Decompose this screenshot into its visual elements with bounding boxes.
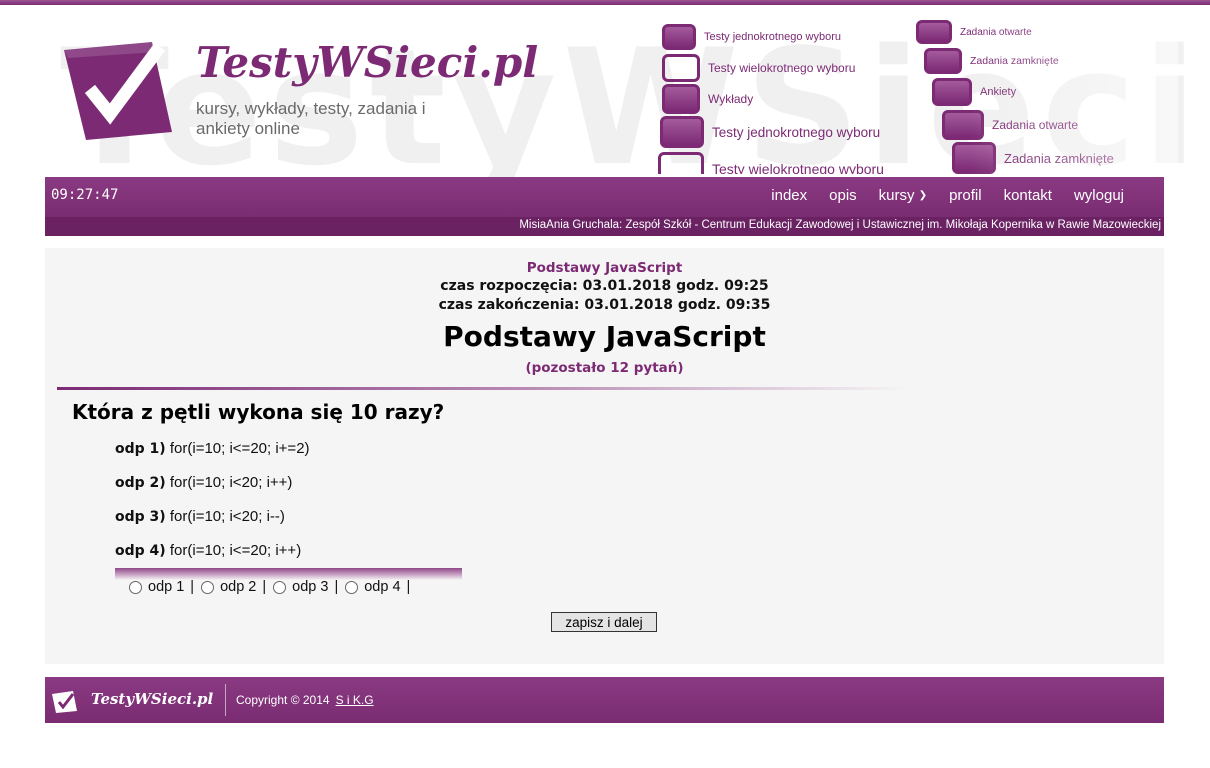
answer-label: odp 3) (115, 509, 166, 525)
answer-text: for(i=10; i<=20; i+=2) (165, 440, 310, 457)
answer-option: odp 2) for(i=10; i<20; i++) (115, 474, 292, 491)
answer-option: odp 1) for(i=10; i<=20; i+=2) (115, 440, 310, 457)
answer-label: odp 4) (115, 543, 166, 559)
answer-text: for(i=10; i<20; i--) (169, 508, 285, 525)
radio-separator: | (406, 579, 411, 595)
logo-icon[interactable] (60, 36, 178, 144)
radio-odp-1[interactable] (129, 580, 142, 594)
banner-item: Zadania otwarte (942, 110, 1078, 140)
main-menu: index opis kursy ❯ profil kontakt wylogu… (771, 187, 1124, 204)
session-clock: 09:27:47 (51, 187, 119, 203)
check-box-icon (662, 24, 696, 50)
user-info-bar: MisiaAnia Gruchala: Zespół Szkół - Centr… (45, 217, 1164, 236)
footer-copyright: Copyright © 2014 S i K.G (236, 693, 374, 707)
check-box-icon (952, 142, 996, 174)
answer-radio-group: odp 1 | odp 2 | odp 3 | odp 4 | (115, 568, 462, 598)
header-banner-collage: Testy jednokrotnego wyboru Testy wielokr… (658, 18, 1178, 174)
banner-item: Testy jednokrotnego wyboru (660, 116, 880, 148)
test-start-time: czas rozpoczęcia: 03.01.2018 godz. 09:25 (440, 278, 769, 294)
check-box-icon (660, 116, 704, 148)
check-box-icon (662, 84, 700, 114)
check-box-icon (942, 110, 984, 140)
footer-divider (225, 684, 226, 716)
check-box-icon (662, 54, 700, 82)
save-and-next-button[interactable]: zapisz i dalej (551, 612, 657, 632)
radio-label[interactable]: odp 1 (148, 579, 184, 595)
radio-odp-2[interactable] (201, 580, 215, 594)
answer-option: odp 4) for(i=10; i<=20; i++) (115, 542, 301, 559)
radio-odp-4[interactable] (345, 580, 359, 594)
banner-item: Zadania zamknięte (952, 142, 1114, 174)
top-accent-line (0, 0, 1210, 5)
radio-separator: | (190, 579, 195, 595)
banner-item: Testy wielokrotnego wyboru (662, 54, 855, 82)
nav-kursy-label: kursy (878, 187, 915, 204)
divider (57, 387, 907, 390)
radio-label[interactable]: odp 4 (364, 579, 400, 595)
test-panel: Podstawy JavaScript czas rozpoczęcia: 03… (45, 248, 1164, 664)
check-box-icon (916, 20, 952, 44)
footer-logo-icon[interactable] (51, 690, 79, 714)
check-box-icon (932, 78, 972, 106)
radio-separator: | (334, 579, 339, 595)
radio-separator: | (262, 579, 267, 595)
check-box-icon (924, 48, 962, 74)
nav-kontakt-link[interactable]: kontakt (1004, 187, 1052, 204)
test-end-time: czas zakończenia: 03.01.2018 godz. 09:35 (438, 297, 771, 313)
nav-profil-link[interactable]: profil (949, 187, 982, 204)
chevron-down-icon: ❯ (918, 190, 928, 201)
nav-wyloguj-link[interactable]: wyloguj (1074, 187, 1124, 204)
copyright-text: Copyright © 2014 (236, 693, 330, 707)
answer-label: odp 1) (115, 441, 166, 457)
top-navigation-bar: 09:27:47 index opis kursy ❯ profil konta… (45, 177, 1164, 217)
test-title: Podstawy JavaScript (443, 320, 766, 353)
radio-odp-3[interactable] (273, 580, 287, 594)
remaining-questions: (pozostało 12 pytań) (525, 360, 684, 376)
banner-item: Wykłady (662, 84, 753, 114)
banner-item: Testy jednokrotnego wyboru (662, 24, 841, 50)
banner-item: Zadania otwarte (916, 20, 1032, 44)
radio-label[interactable]: odp 2 (220, 579, 256, 595)
test-subject: Podstawy JavaScript (526, 260, 683, 276)
nav-kursy-dropdown[interactable]: kursy ❯ (879, 187, 927, 204)
brand-tagline: kursy, wykłady, testy, zadania i ankiety… (196, 99, 426, 138)
footer-bar: TestyWSieci.pl Copyright © 2014 S i K.G (45, 677, 1164, 723)
nav-index-link[interactable]: index (771, 187, 807, 204)
answer-option: odp 3) for(i=10; i<20; i--) (115, 508, 285, 525)
answer-text: for(i=10; i<=20; i++) (169, 542, 302, 559)
user-school-text: MisiaAnia Gruchala: Zespół Szkół - Centr… (519, 219, 1161, 231)
check-box-icon (658, 152, 704, 174)
banner-item: Ankiety (932, 78, 1016, 106)
banner-item: Zadania zamknięte (924, 48, 1059, 74)
author-link[interactable]: S i K.G (336, 693, 374, 707)
radio-label[interactable]: odp 3 (292, 579, 328, 595)
footer-brand[interactable]: TestyWSieci.pl (91, 690, 213, 708)
brand-title[interactable]: TestyWSieci.pl (196, 38, 538, 87)
banner-item: Testy wielokrotnego wyboru (658, 152, 884, 174)
nav-opis-link[interactable]: opis (829, 187, 857, 204)
question-text: Która z pętli wykona się 10 razy? (72, 400, 445, 424)
answer-text: for(i=10; i<20; i++) (169, 474, 293, 491)
answer-label: odp 2) (115, 475, 166, 491)
